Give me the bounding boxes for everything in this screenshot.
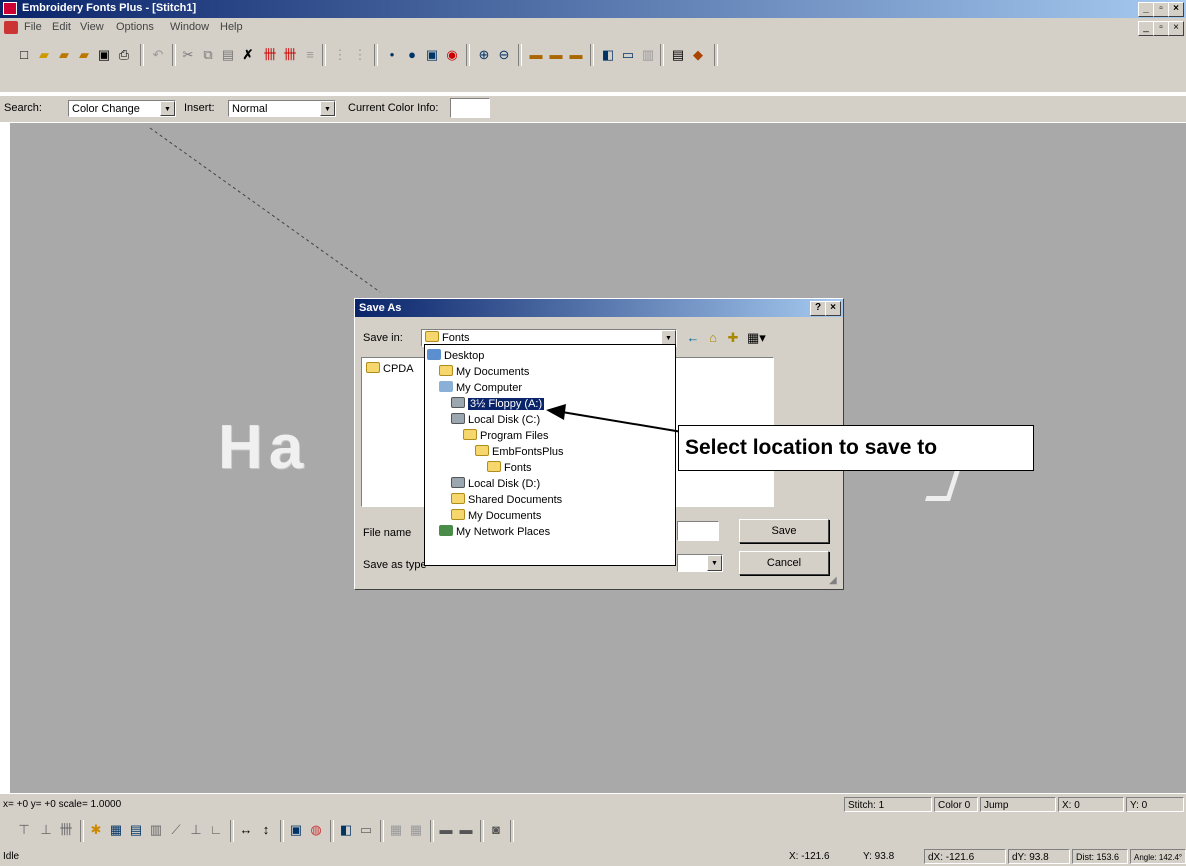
- status-bar-bottom: Idle X: -121.6 Y: 93.8 dX: -121.6 dY: 93…: [0, 846, 1186, 866]
- status-idle: Idle: [3, 851, 20, 862]
- status-cursor-x: X: -121.6: [789, 851, 830, 862]
- status-color: Color 0: [934, 797, 978, 812]
- stitch-tool-icon[interactable]: 卌: [58, 822, 74, 838]
- align-top-icon[interactable]: ⊤: [16, 822, 32, 838]
- toolbar-separator: [480, 820, 484, 842]
- corner-tool-icon[interactable]: ∟: [208, 822, 224, 838]
- toolbar-separator: [330, 820, 334, 842]
- camera-icon[interactable]: ◙: [488, 822, 504, 838]
- status-dx: dX: -121.6: [924, 849, 1006, 864]
- table-tool-icon[interactable]: ▤: [128, 822, 144, 838]
- grid-tool-icon[interactable]: ▦: [108, 822, 124, 838]
- panel-icon[interactable]: ◧: [338, 822, 354, 838]
- globe-icon[interactable]: ◍: [308, 822, 324, 838]
- status-coords: x= +0 y= +0 scale= 1.0000: [3, 799, 122, 810]
- status-stitch: Stitch: 1: [844, 797, 932, 812]
- status-cursor-y: Y: 93.8: [863, 851, 895, 862]
- callout-label: Select location to save to: [678, 425, 1034, 471]
- line-tool-icon[interactable]: ⟋: [168, 822, 184, 838]
- edit-toolbar: ⊤ ⊥ 卌 ✱ ▦ ▤ ▥ ⟋ ⊥ ∟ ↔ ↕ ▣ ◍ ◧ ▭ ▦ ▦ ▬ ▬ …: [0, 816, 1186, 846]
- pattern-b-icon[interactable]: ▦: [408, 822, 424, 838]
- status-x: X: 0: [1058, 797, 1124, 812]
- toolbar-separator: [280, 820, 284, 842]
- pattern-a-icon[interactable]: ▦: [388, 822, 404, 838]
- toolbar-separator: [380, 820, 384, 842]
- toolbar-separator: [80, 820, 84, 842]
- columns-tool-icon[interactable]: ▥: [148, 822, 164, 838]
- vertical-arrows-icon[interactable]: ↕: [258, 822, 274, 838]
- machine-b-icon[interactable]: ▬: [458, 822, 474, 838]
- machine-a-icon[interactable]: ▬: [438, 822, 454, 838]
- status-bar: x= +0 y= +0 scale= 1.0000 Stitch: 1 Colo…: [0, 794, 1186, 816]
- status-jump: Jump: [980, 797, 1056, 812]
- baseline-tool-icon[interactable]: ⊥: [188, 822, 204, 838]
- status-y: Y: 0: [1126, 797, 1184, 812]
- color-tool-icon[interactable]: ✱: [88, 822, 104, 838]
- minimize-panel-icon[interactable]: ▭: [358, 822, 374, 838]
- toolbar-separator: [510, 820, 514, 842]
- status-dy: dY: 93.8: [1008, 849, 1070, 864]
- horizontal-arrows-icon[interactable]: ↔: [238, 822, 254, 838]
- toolbar-separator: [230, 820, 234, 842]
- align-bottom-icon[interactable]: ⊥: [38, 822, 54, 838]
- properties-icon[interactable]: ▣: [288, 822, 304, 838]
- status-angle: Angle: 142.4°: [1130, 849, 1186, 864]
- status-dist: Dist: 153.6: [1072, 849, 1128, 864]
- toolbar-separator: [430, 820, 434, 842]
